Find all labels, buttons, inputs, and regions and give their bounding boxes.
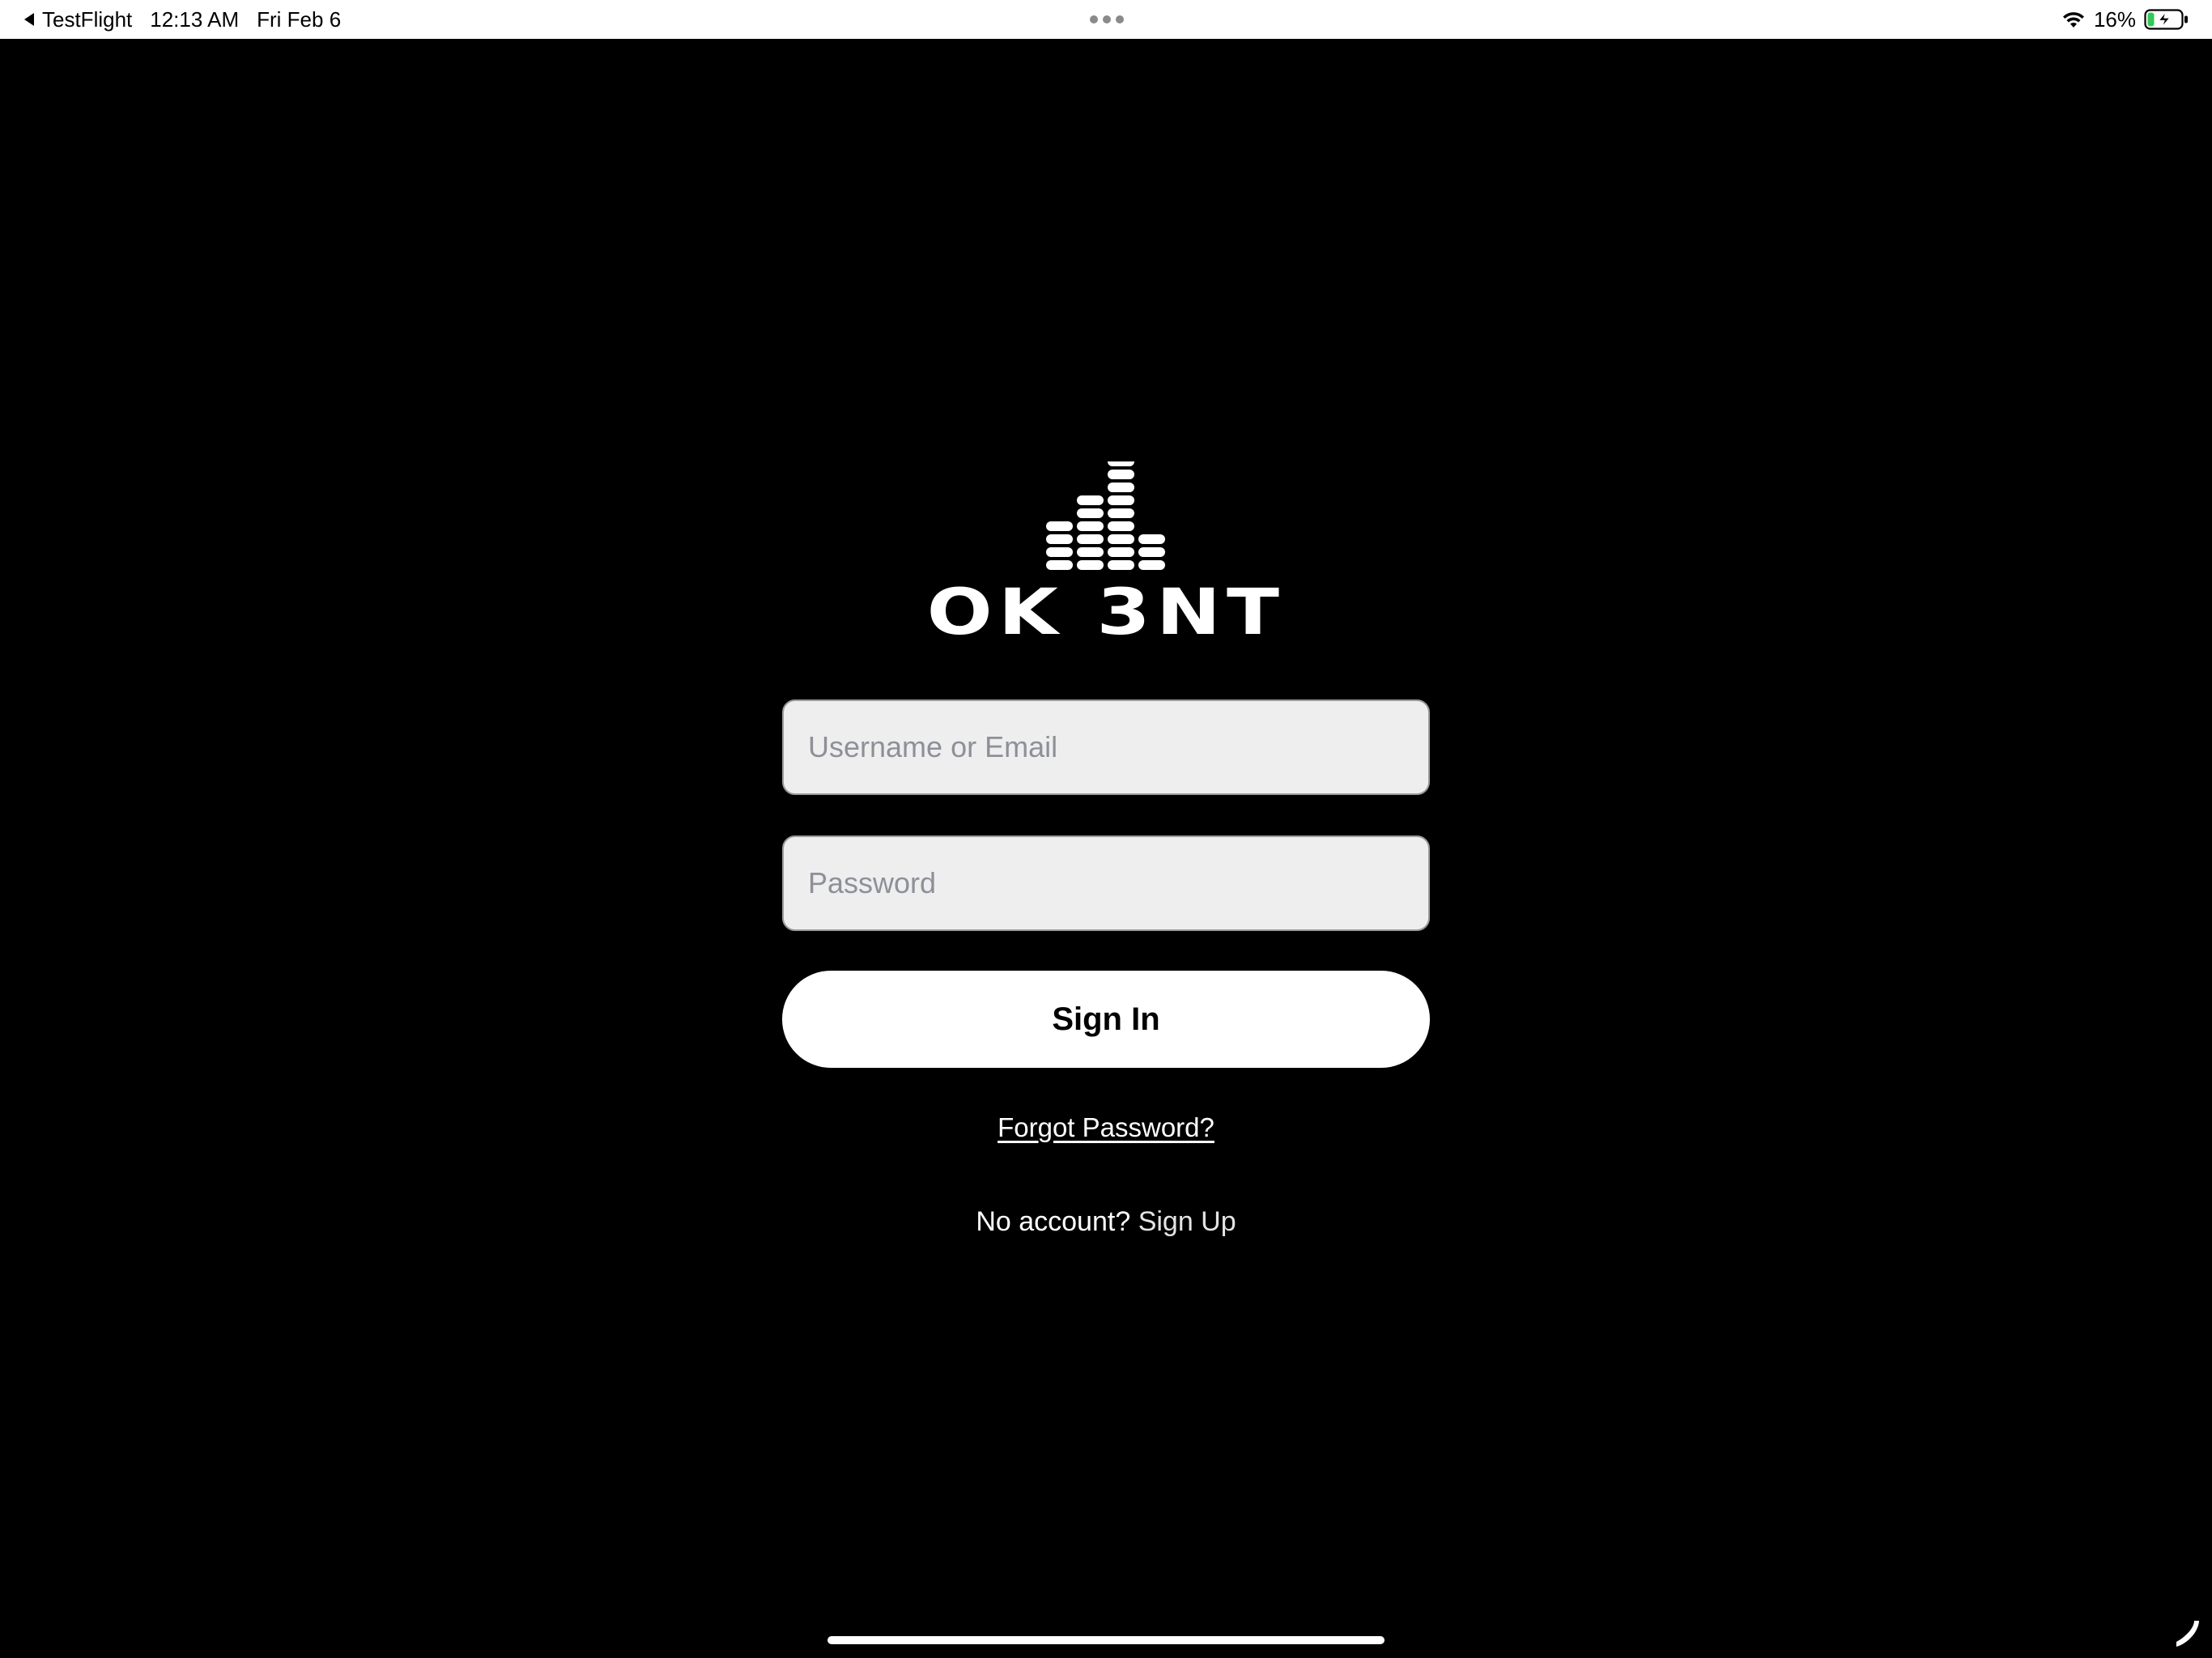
forgot-password-link[interactable]: Forgot Password? bbox=[782, 1112, 1430, 1143]
status-bar: TestFlight 12:13 AM Fri Feb 6 16% bbox=[0, 0, 2212, 39]
app-logo: OK 3NT bbox=[927, 461, 1279, 644]
password-input[interactable] bbox=[782, 835, 1430, 931]
battery-charging-icon bbox=[2144, 9, 2188, 30]
login-screen: TestFlight 12:13 AM Fri Feb 6 16% OK 3NT… bbox=[0, 0, 2212, 1658]
home-indicator[interactable] bbox=[827, 1636, 1385, 1644]
logo-wordmark: OK 3NT bbox=[926, 576, 1286, 649]
phone-icon[interactable] bbox=[2170, 1618, 2202, 1650]
back-triangle-icon bbox=[24, 13, 34, 26]
dot bbox=[1090, 15, 1098, 23]
status-time: 12:13 AM bbox=[150, 6, 240, 32]
back-to-app-button[interactable]: TestFlight bbox=[24, 7, 132, 32]
equalizer-bars-logo-icon bbox=[1046, 461, 1165, 570]
sign-in-button[interactable]: Sign In bbox=[782, 971, 1430, 1068]
dot bbox=[1116, 15, 1124, 23]
dot bbox=[1103, 15, 1111, 23]
sign-up-link[interactable]: Sign Up bbox=[1138, 1206, 1236, 1237]
status-date: Fri Feb 6 bbox=[257, 6, 342, 32]
multitask-dots-icon[interactable] bbox=[1090, 15, 1124, 24]
battery-percentage: 16% bbox=[2093, 6, 2136, 32]
signup-row: No account? Sign Up bbox=[782, 1206, 1430, 1238]
username-email-input[interactable] bbox=[782, 699, 1430, 795]
back-app-label: TestFlight bbox=[42, 6, 133, 32]
status-left: TestFlight 12:13 AM Fri Feb 6 bbox=[24, 0, 341, 39]
no-account-label: No account? bbox=[976, 1206, 1131, 1237]
wifi-icon bbox=[2062, 12, 2084, 28]
status-right: 16% bbox=[2061, 0, 2189, 39]
